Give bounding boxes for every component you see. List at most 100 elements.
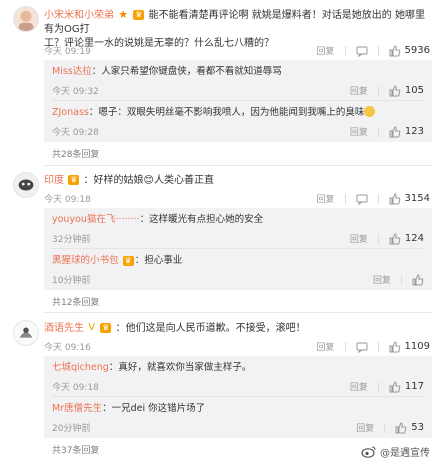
- comment-actions: 回复 1109: [317, 340, 430, 353]
- divider: [377, 126, 379, 137]
- like-count: 105: [404, 85, 424, 96]
- reply-button[interactable]: 回复: [350, 125, 368, 138]
- watermark: @是遇宣传: [361, 444, 430, 459]
- like-button[interactable]: 105: [389, 84, 424, 97]
- reply-text: Miss达拉：人家只希望你键盘侠，看都不看就知道辱骂: [52, 66, 282, 77]
- like-button[interactable]: 1109: [389, 340, 430, 353]
- reply-time: 今天 09:32: [52, 87, 99, 97]
- divider: [344, 45, 346, 56]
- vip-badge-icon: ♛: [68, 175, 80, 185]
- comment-username[interactable]: 印度: [44, 175, 64, 186]
- reply-button[interactable]: 回复: [350, 380, 368, 393]
- reply-text: Mr唐僧先生：一兄dei 你这错片场了: [52, 403, 206, 414]
- more-replies-link[interactable]: 共28条回复: [52, 147, 99, 160]
- reply-button[interactable]: 回复: [350, 232, 368, 245]
- reply-button[interactable]: 回复: [350, 84, 368, 97]
- reply-button[interactable]: [356, 341, 368, 353]
- reply-username[interactable]: 黑猩球的小书包: [52, 255, 119, 266]
- more-replies-link[interactable]: 共37条回复: [52, 443, 99, 456]
- thumbs-up-icon: [389, 340, 401, 353]
- report-button[interactable]: 回复: [317, 192, 335, 205]
- divider: [52, 396, 424, 397]
- divider: [377, 233, 379, 244]
- reply-item: ZJonass：嗯子：双眼失明丝毫不影响我喷人，因为他能闻到我嘴上的臭味 今天 …: [52, 106, 432, 140]
- comment-2: 印度 ♛ ：好样的姑娘😊人类心善正直 今天 09:18 回复 3154 youy…: [0, 168, 440, 308]
- reply-item: Mr唐僧先生：一兄dei 你这错片场了 20分钟前 回复 53: [52, 402, 432, 436]
- reply-actions: 回复 117: [350, 380, 424, 393]
- report-button[interactable]: 回复: [317, 340, 335, 353]
- thumbs-up-icon: [389, 232, 401, 245]
- like-button[interactable]: 5936: [389, 44, 430, 57]
- comment-body: 酒语先生 V ♛ ：他们这是向人民币道歉。不接受，滚吧！: [44, 322, 306, 335]
- reply-list: 七城qicheng：真好，就喜欢你当家做主样子。 今天 09:18 回复 117…: [44, 356, 432, 438]
- avatar[interactable]: [13, 320, 39, 346]
- divider: [401, 274, 402, 285]
- reply-actions: 回复 124: [350, 232, 424, 245]
- divider: [52, 100, 424, 101]
- like-count: 124: [404, 233, 424, 244]
- like-button[interactable]: [412, 273, 424, 286]
- reply-item: 黑猩球的小书包 ♛ ：担心事业 10分钟前 回复: [52, 254, 432, 288]
- reply-text: 七城qicheng：真好，就喜欢你当家做主样子。: [52, 362, 252, 373]
- divider: [377, 193, 379, 204]
- like-button[interactable]: 53: [395, 421, 424, 434]
- divider: [377, 341, 379, 352]
- verified-icon: V: [88, 322, 96, 333]
- like-count: 53: [411, 422, 424, 433]
- like-button[interactable]: 124: [389, 232, 424, 245]
- vip-badge-icon: ♛: [133, 10, 145, 20]
- divider: [344, 193, 346, 204]
- comment-icon: [356, 341, 368, 353]
- comment-username[interactable]: 小宋米和小荣弟: [44, 10, 114, 21]
- reply-text: ZJonass：嗯子：双眼失明丝毫不影响我喷人，因为他能闻到我嘴上的臭味: [52, 106, 376, 120]
- reply-time: 10分钟前: [52, 276, 91, 286]
- reply-username[interactable]: Mr唐僧先生: [52, 403, 102, 414]
- thumbs-up-icon: [395, 421, 407, 434]
- reply-actions: 回复 53: [356, 421, 424, 434]
- star-icon: ★: [118, 8, 129, 21]
- comment-time: 今天 09:18: [44, 195, 91, 205]
- comment-time: 今天 09:19: [44, 47, 91, 57]
- reply-button[interactable]: [356, 193, 368, 205]
- reply-item: youyou猫在飞········：这样暖光有点担心她的安全 32分钟前 回复 …: [52, 213, 432, 247]
- smiley-emoji-icon: [364, 106, 376, 117]
- like-count: 5936: [404, 45, 430, 56]
- thumbs-up-icon: [389, 192, 401, 205]
- divider: [377, 45, 379, 56]
- reply-button[interactable]: 回复: [373, 273, 391, 286]
- comment-text: 好样的姑娘😊人类心善正直: [93, 175, 214, 186]
- comment-actions: 回复 5936: [317, 44, 430, 57]
- avatar[interactable]: [13, 6, 39, 32]
- like-count: 1109: [404, 341, 430, 352]
- comment-3: 酒语先生 V ♛ ：他们这是向人民币道歉。不接受，滚吧！ 今天 09:16 回复…: [0, 318, 440, 458]
- like-count: 117: [404, 381, 424, 392]
- comment-icon: [356, 45, 368, 57]
- reply-username[interactable]: youyou猫在飞········: [52, 214, 140, 225]
- reply-time: 今天 09:28: [52, 128, 99, 138]
- divider: [344, 341, 346, 352]
- reply-text: youyou猫在飞········：这样暖光有点担心她的安全: [52, 214, 264, 225]
- thumbs-up-icon: [389, 84, 401, 97]
- comment-actions: 回复 3154: [317, 192, 430, 205]
- reply-button[interactable]: [356, 45, 368, 57]
- reply-username[interactable]: Miss达拉: [52, 66, 92, 77]
- like-button[interactable]: 123: [389, 125, 424, 138]
- comment-icon: [356, 193, 368, 205]
- like-button[interactable]: 117: [389, 380, 424, 393]
- like-button[interactable]: 3154: [389, 192, 430, 205]
- reply-item: Miss达拉：人家只希望你键盘侠，看都不看就知道辱骂 今天 09:32 回复 1…: [52, 65, 432, 99]
- divider: [44, 312, 432, 313]
- reply-username[interactable]: 七城qicheng: [52, 362, 109, 373]
- reply-list: Miss达拉：人家只希望你键盘侠，看都不看就知道辱骂 今天 09:32 回复 1…: [44, 60, 432, 142]
- comment-body: 印度 ♛ ：好样的姑娘😊人类心善正直: [44, 175, 214, 186]
- report-button[interactable]: 回复: [317, 44, 335, 57]
- like-count: 3154: [404, 193, 430, 204]
- comment-username[interactable]: 酒语先生: [44, 323, 84, 334]
- avatar[interactable]: [13, 172, 39, 198]
- more-replies-link[interactable]: 共12条回复: [52, 295, 99, 308]
- divider: [52, 248, 424, 249]
- reply-button[interactable]: 回复: [356, 421, 374, 434]
- reply-time: 20分钟前: [52, 424, 91, 434]
- divider: [377, 85, 379, 96]
- reply-username[interactable]: ZJonass: [52, 107, 89, 118]
